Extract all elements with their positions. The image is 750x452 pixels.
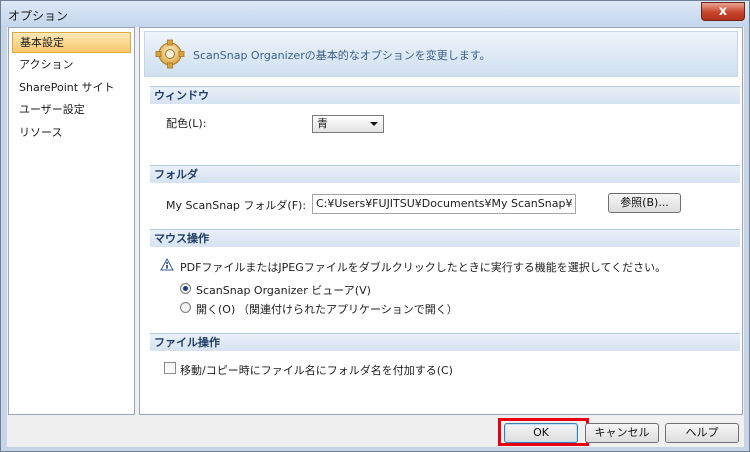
gear-icon [155, 39, 185, 69]
color-scheme-select[interactable]: 青 [312, 115, 384, 133]
my-scansnap-folder-label: My ScanSnap フォルダ(F): [166, 199, 307, 212]
options-dialog: オプション x 基本設定 アクション SharePoint サイト ユーザー設定… [0, 0, 750, 452]
chevron-down-icon [370, 122, 378, 126]
append-folder-name-checkbox[interactable] [164, 362, 176, 374]
section-header-folder: フォルダ [150, 165, 740, 183]
nav-item-actions[interactable]: アクション [12, 54, 131, 75]
info-icon [160, 258, 174, 271]
ok-button[interactable]: OK [504, 423, 578, 443]
section-header-mouse: マウス操作 [150, 229, 740, 247]
radio-label-viewer: ScanSnap Organizer ビューア(V) [196, 284, 371, 297]
my-scansnap-folder-input[interactable]: C:¥Users¥FUJITSU¥Documents¥My ScanSnap¥ [312, 194, 576, 214]
title-bar: オプション x [1, 1, 749, 27]
mouse-info-text: PDFファイルまたはJPEGファイルをダブルクリックしたときに実行する機能を選択… [180, 261, 667, 274]
radio-label-open: 開く(O) [196, 303, 236, 316]
banner-text: ScanSnap Organizerの基本的なオプションを変更します。 [193, 49, 491, 62]
radio-label-open-note: （関連付けられたアプリケーションで開く） [238, 303, 458, 316]
append-folder-name-label: 移動/コピー時にファイル名にフォルダ名を付加する(C) [180, 364, 453, 377]
window-title: オプション [8, 9, 69, 23]
close-button[interactable]: x [701, 2, 745, 21]
radio-open-with-app[interactable] [180, 302, 191, 313]
category-nav: 基本設定 アクション SharePoint サイト ユーザー設定 リソース [8, 27, 135, 415]
settings-panel: ScanSnap Organizerの基本的なオプションを変更します。 ウィンド… [139, 27, 743, 415]
nav-item-basic-settings[interactable]: 基本設定 [12, 32, 131, 53]
color-scheme-label: 配色(L): [166, 117, 207, 130]
nav-item-user-settings[interactable]: ユーザー設定 [12, 99, 131, 120]
page-banner: ScanSnap Organizerの基本的なオプションを変更します。 [144, 31, 738, 77]
nav-item-resources[interactable]: リソース [12, 122, 131, 143]
radio-open-with-viewer[interactable] [180, 283, 191, 294]
color-scheme-value: 青 [317, 117, 328, 130]
section-header-file: ファイル操作 [150, 333, 740, 351]
help-button[interactable]: ヘルプ [665, 423, 739, 443]
cancel-button[interactable]: キャンセル [585, 423, 659, 443]
dialog-body: 基本設定 アクション SharePoint サイト ユーザー設定 リソース Sc… [7, 27, 744, 447]
nav-item-sharepoint-site[interactable]: SharePoint サイト [12, 77, 131, 98]
browse-button[interactable]: 参照(B)... [608, 193, 681, 213]
close-icon: x [718, 4, 728, 19]
section-header-window: ウィンドウ [150, 86, 740, 104]
